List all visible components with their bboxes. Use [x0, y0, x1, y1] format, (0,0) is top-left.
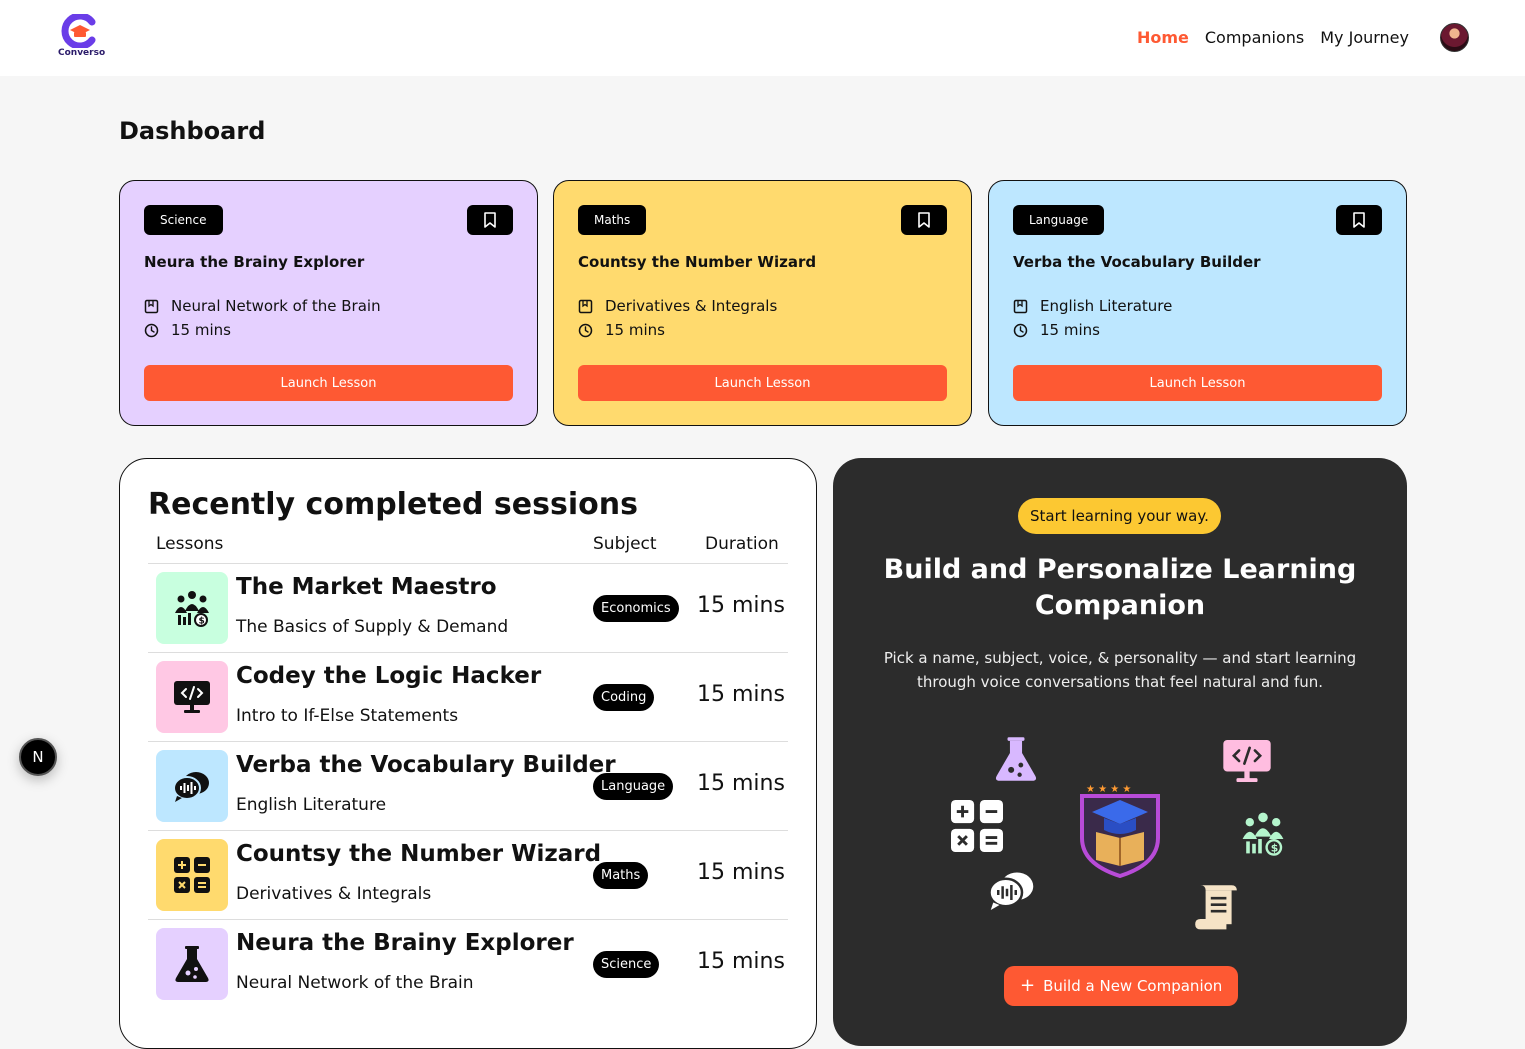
duration-row: 15 mins — [144, 321, 231, 339]
session-duration: 15 mins — [697, 949, 785, 974]
cta-description: Pick a name, subject, voice, & personali… — [883, 649, 1357, 691]
cta-pill: Start learning your way. — [1018, 498, 1221, 534]
companion-card-science: Science Neura the Brainy Explorer Neural… — [119, 180, 538, 426]
code-monitor-icon — [1223, 739, 1271, 783]
topic-text: English Literature — [1040, 297, 1173, 315]
column-header-lessons: Lessons — [156, 534, 224, 554]
recent-sessions-panel: Recently completed sessions Lessons Subj… — [119, 458, 817, 1049]
nav-companions[interactable]: Companions — [1205, 28, 1304, 47]
science-icon — [156, 928, 228, 1000]
session-name: The Market Maestro — [236, 574, 497, 600]
clock-icon — [1013, 323, 1028, 337]
companion-card-maths: Maths Countsy the Number Wizard Derivati… — [553, 180, 972, 426]
duration-row: 15 mins — [578, 321, 665, 339]
duration-text: 15 mins — [171, 321, 231, 339]
session-duration: 15 mins — [697, 771, 785, 796]
clock-icon — [578, 323, 593, 337]
dev-tools-badge[interactable]: N — [19, 738, 57, 776]
table-row[interactable]: Countsy the Number Wizard Derivatives & … — [148, 831, 788, 920]
logo-icon — [61, 12, 96, 50]
user-avatar[interactable] — [1440, 23, 1469, 52]
svg-text:$: $ — [199, 617, 205, 627]
session-name: Neura the Brainy Explorer — [236, 930, 574, 956]
topic-text: Derivatives & Integrals — [605, 297, 778, 315]
topic-text: Neural Network of the Brain — [171, 297, 381, 315]
subject-badge: Economics — [593, 595, 679, 622]
nav-home[interactable]: Home — [1137, 28, 1189, 47]
session-topic: Neural Network of the Brain — [236, 973, 474, 993]
nav-my-journey[interactable]: My Journey — [1320, 28, 1409, 47]
duration-text: 15 mins — [1040, 321, 1100, 339]
table-row[interactable]: Codey the Logic Hacker Intro to If-Else … — [148, 653, 788, 742]
session-topic: The Basics of Supply & Demand — [236, 617, 509, 637]
bookmark-icon — [484, 212, 496, 228]
logo-text: Converso — [58, 48, 106, 58]
nav-links: Home Companions My Journey — [1137, 28, 1409, 47]
session-duration: 15 mins — [697, 593, 785, 618]
top-navbar: Converso Home Companions My Journey — [0, 0, 1525, 76]
language-icon — [156, 750, 228, 822]
topic-row: English Literature — [1013, 297, 1172, 315]
bookmark-icon — [1353, 212, 1365, 228]
topic-row: Derivatives & Integrals — [578, 297, 777, 315]
session-topic: English Literature — [236, 795, 387, 815]
book-icon — [578, 299, 593, 313]
topic-row: Neural Network of the Brain — [144, 297, 381, 315]
scroll-icon — [1195, 885, 1237, 930]
companion-name: Verba the Vocabulary Builder — [1013, 253, 1261, 271]
build-companion-button[interactable]: + Build a New Companion — [1004, 966, 1239, 1006]
build-companion-label: Build a New Companion — [1043, 977, 1223, 995]
economics-icon: $ — [156, 572, 228, 644]
chat-voice-icon — [988, 872, 1034, 910]
companion-name: Neura the Brainy Explorer — [144, 253, 365, 271]
launch-lesson-button[interactable]: Launch Lesson — [1013, 365, 1382, 401]
column-header-duration: Duration — [705, 534, 779, 554]
subject-badge: Coding — [593, 684, 655, 711]
subject-badge: Language — [1013, 205, 1105, 235]
session-topic: Intro to If-Else Statements — [236, 706, 459, 726]
svg-text:$: $ — [1271, 842, 1279, 855]
column-header-subject: Subject — [593, 534, 657, 554]
subject-badge: Language — [593, 773, 674, 800]
table-row[interactable]: $ The Market Maestro The Basics of Suppl… — [148, 564, 788, 653]
subject-badge: Science — [144, 205, 223, 235]
maths-icon — [156, 839, 228, 911]
session-name: Verba the Vocabulary Builder — [236, 752, 616, 778]
sessions-title: Recently completed sessions — [148, 487, 638, 522]
book-icon — [144, 299, 159, 313]
calculator-icon — [951, 800, 1003, 852]
converso-logo[interactable]: Converso — [58, 12, 106, 60]
launch-lesson-button[interactable]: Launch Lesson — [144, 365, 513, 401]
session-duration: 15 mins — [697, 860, 785, 885]
bookmark-button[interactable] — [467, 205, 513, 235]
plus-icon: + — [1020, 975, 1036, 996]
session-topic: Derivatives & Integrals — [236, 884, 432, 904]
session-name: Codey the Logic Hacker — [236, 663, 542, 689]
subject-badge: Science — [593, 951, 660, 978]
bookmark-button[interactable] — [1336, 205, 1382, 235]
bookmark-icon — [918, 212, 930, 228]
flask-icon — [995, 737, 1037, 781]
subject-badge: Maths — [578, 205, 647, 235]
companion-card-language: Language Verba the Vocabulary Builder En… — [988, 180, 1407, 426]
bookmark-button[interactable] — [901, 205, 947, 235]
graduation-badge-icon: ★ ★ ★ ★ — [1080, 784, 1160, 878]
duration-text: 15 mins — [605, 321, 665, 339]
build-companion-cta: Start learning your way. Build and Perso… — [833, 458, 1407, 1046]
book-icon — [1013, 299, 1028, 313]
coding-icon — [156, 661, 228, 733]
table-row[interactable]: Neura the Brainy Explorer Neural Network… — [148, 920, 788, 1009]
duration-row: 15 mins — [1013, 321, 1100, 339]
launch-lesson-button[interactable]: Launch Lesson — [578, 365, 947, 401]
subject-badge: Maths — [593, 862, 649, 889]
svg-text:★ ★ ★ ★: ★ ★ ★ ★ — [1086, 784, 1131, 795]
page-title: Dashboard — [119, 117, 266, 145]
clock-icon — [144, 323, 159, 337]
session-duration: 15 mins — [697, 682, 785, 707]
economics-people-icon: $ — [1242, 812, 1284, 856]
companion-name: Countsy the Number Wizard — [578, 253, 817, 271]
cta-title: Build and Personalize Learning Companion — [883, 554, 1357, 621]
session-name: Countsy the Number Wizard — [236, 841, 602, 867]
table-row[interactable]: Verba the Vocabulary Builder English Lit… — [148, 742, 788, 831]
